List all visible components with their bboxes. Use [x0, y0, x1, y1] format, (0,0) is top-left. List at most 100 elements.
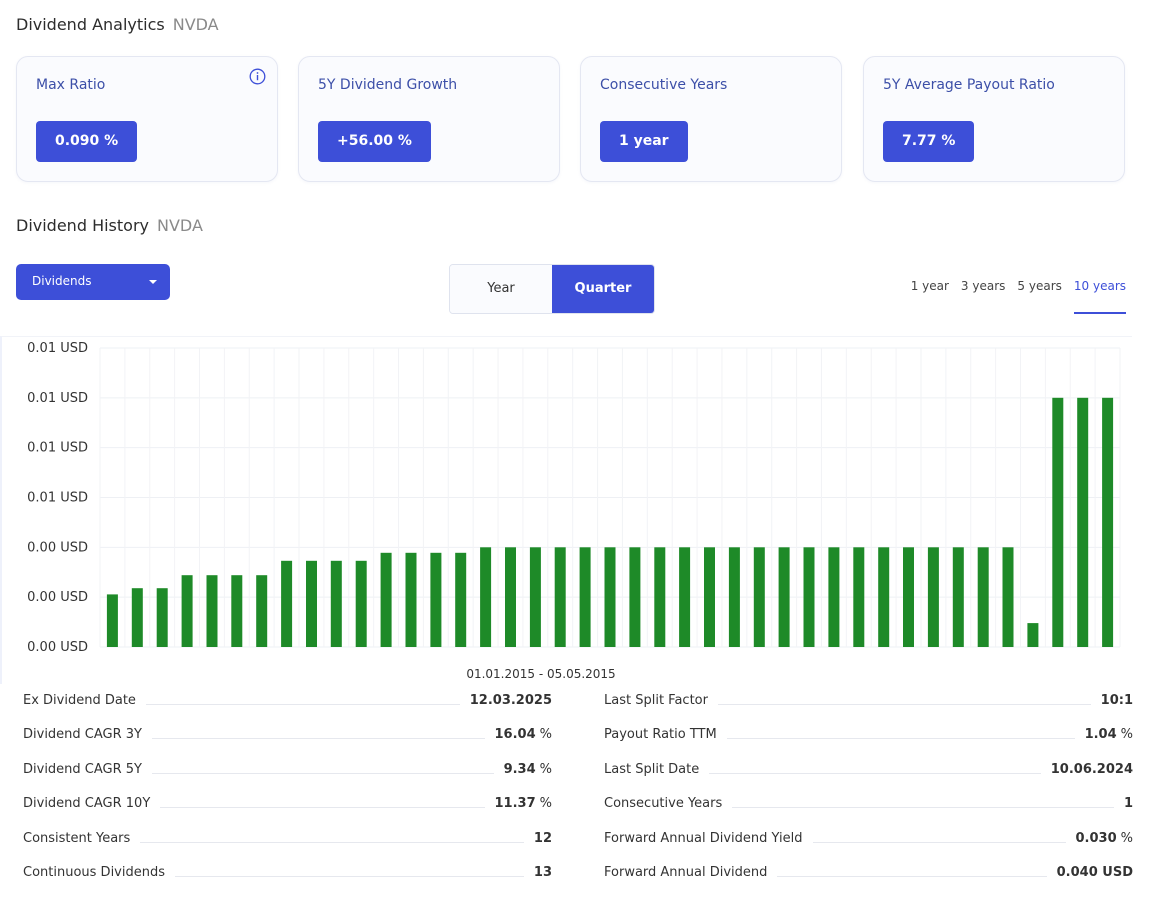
card-5y-dividend-growth: 5Y Dividend Growth +56.00 % [298, 56, 560, 182]
chart-bar[interactable] [853, 547, 865, 647]
chart-bar[interactable] [181, 575, 193, 647]
stat-label: Dividend CAGR 10Y [23, 796, 151, 811]
chart-bar[interactable] [654, 547, 666, 647]
stat-row: Dividend CAGR 10Y 11.37% [23, 791, 552, 811]
chart-bar[interactable] [1077, 397, 1089, 647]
card-label: Max Ratio [36, 77, 106, 93]
stat-row: Consecutive Years 1 [604, 791, 1133, 811]
chart-bar[interactable] [380, 552, 392, 647]
analytics-title: Dividend Analytics NVDA [16, 15, 219, 34]
chart-bar[interactable] [554, 547, 566, 647]
chart-bar[interactable] [1002, 547, 1014, 647]
dividend-chart: 0.01 USD 0.01 USD 0.01 USD 0.01 USD 0.00 USD… [0, 336, 1132, 684]
y-tick-label: 0.00 USD [27, 540, 88, 555]
card-value: 0.090 % [36, 121, 138, 162]
stat-value: 10.06.2024 [1050, 762, 1133, 777]
chart-bar[interactable] [505, 547, 516, 647]
stat-label: Ex Dividend Date [23, 693, 136, 708]
chart-bar[interactable] [679, 547, 691, 647]
stat-label: Consistent Years [23, 831, 131, 846]
stat-leader-line [152, 738, 485, 739]
chart-bar[interactable] [455, 552, 467, 647]
y-tick-label: 0.00 USD [27, 590, 88, 605]
stat-leader-line [726, 738, 1075, 739]
chart-bar[interactable] [529, 547, 541, 647]
chart-bar[interactable] [977, 547, 989, 647]
chart-bar[interactable] [828, 547, 840, 647]
stat-label: Forward Annual Dividend [604, 865, 768, 880]
card-value: +56.00 % [318, 121, 431, 162]
chart-bar[interactable] [753, 547, 765, 647]
stat-row: Last Split Factor 10:1 [604, 688, 1133, 708]
toggle-year[interactable]: Year [450, 265, 552, 313]
stat-leader-line [777, 876, 1047, 877]
chart-bar[interactable] [629, 547, 641, 647]
stat-row: Dividend CAGR 5Y 9.34% [23, 757, 552, 777]
period-toggle: Year Quarter [449, 264, 655, 314]
stat-value: 1.04 [1084, 727, 1117, 742]
stat-leader-line [145, 704, 460, 705]
stat-row: Consistent Years 12 [23, 826, 552, 846]
chart-bar[interactable] [355, 560, 367, 647]
stat-label: Payout Ratio TTM [604, 727, 717, 742]
chart-bar[interactable] [878, 547, 890, 647]
card-label: 5Y Average Payout Ratio [883, 77, 1055, 93]
chart-bar[interactable] [952, 547, 964, 647]
y-tick-label: 0.00 USD [27, 640, 88, 655]
chart-bar[interactable] [131, 588, 143, 647]
info-icon[interactable] [249, 68, 266, 85]
chart-bar[interactable] [281, 560, 293, 647]
stat-leader-line [152, 773, 494, 774]
stat-row: Dividend CAGR 3Y 16.04% [23, 722, 552, 742]
stat-label: Last Split Factor [604, 693, 708, 708]
chart-bar[interactable] [704, 547, 715, 647]
stat-label: Forward Annual Dividend Yield [604, 831, 803, 846]
chart-bar[interactable] [256, 575, 268, 647]
range-tabs: 1 year 3 years 5 years 10 years [899, 279, 1126, 314]
chart-bar[interactable] [306, 560, 317, 647]
stat-row: Forward Annual Dividend Yield 0.030% [604, 826, 1133, 846]
stat-unit: % [1120, 831, 1133, 846]
history-title: Dividend History NVDA [16, 216, 203, 235]
chart-bar[interactable] [480, 547, 492, 647]
stat-value: 12.03.2025 [469, 693, 552, 708]
y-tick-label: 0.01 USD [27, 391, 88, 406]
chart-bar[interactable] [206, 575, 218, 647]
stat-leader-line [732, 807, 1114, 808]
stat-row: Continuous Dividends 13 [23, 860, 552, 880]
chart-bar[interactable] [927, 547, 939, 647]
chart-bar[interactable] [728, 547, 740, 647]
chart-bar[interactable] [803, 547, 815, 647]
chart-bar[interactable] [1052, 397, 1064, 647]
range-tab-3-years[interactable]: 3 years [961, 279, 1005, 314]
chart-y-ticks: 0.01 USD 0.01 USD 0.01 USD 0.01 USD 0.00 USD… [27, 341, 88, 655]
stat-leader-line [175, 876, 524, 877]
stat-leader-line [160, 807, 485, 808]
analytics-cards: Max Ratio 0.090 % 5Y Dividend Growth +56… [16, 56, 1126, 182]
chart-bar[interactable] [579, 547, 591, 647]
stat-leader-line [812, 842, 1066, 843]
stat-unit: % [1120, 727, 1133, 742]
chart-bar[interactable] [106, 594, 118, 647]
stat-label: Dividend CAGR 3Y [23, 727, 142, 742]
stat-unit: % [539, 796, 552, 811]
chart-bar[interactable] [903, 547, 914, 647]
range-tab-5-years[interactable]: 5 years [1017, 279, 1061, 314]
chart-bar[interactable] [604, 547, 616, 647]
chart-bar[interactable] [156, 588, 168, 647]
range-tab-10-years[interactable]: 10 years [1073, 279, 1126, 314]
chart-bar[interactable] [778, 547, 790, 647]
toggle-quarter[interactable]: Quarter [552, 265, 654, 313]
chart-bar[interactable] [330, 560, 342, 647]
chart-bar[interactable] [405, 552, 417, 647]
card-value: 7.77 % [883, 121, 975, 162]
chart-bar[interactable] [1027, 623, 1039, 647]
dividend-chart-svg: 0.01 USD 0.01 USD 0.01 USD 0.01 USD 0.00 USD… [27, 341, 1121, 681]
chart-bar[interactable] [231, 575, 243, 647]
chart-bar[interactable] [1102, 397, 1114, 647]
metric-dropdown-label: Dividends [32, 274, 92, 288]
metric-dropdown[interactable]: Dividends [16, 264, 170, 300]
chart-bar[interactable] [430, 552, 442, 647]
range-tab-1-year[interactable]: 1 year [911, 279, 949, 314]
stat-label: Continuous Dividends [23, 865, 165, 880]
